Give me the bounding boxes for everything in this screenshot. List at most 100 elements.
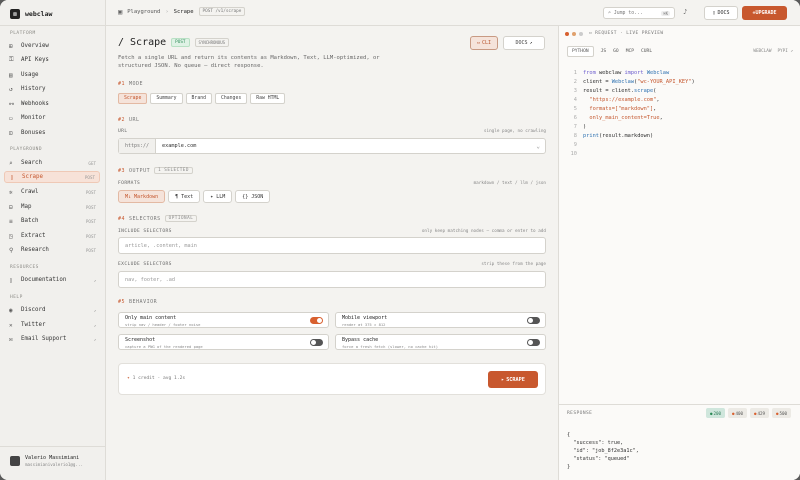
sidebar-item-crawl[interactable]: ✲ Crawl POST [4,186,100,198]
upgrade-button[interactable]: + UPGRADE [742,6,787,20]
cli-button[interactable]: ▭ CLI [470,36,498,50]
format-llm[interactable]: ✦ LLM [203,190,233,203]
code-line: 5 formats=["markdown"], [567,106,793,115]
toggle-mobile-viewport[interactable]: Mobile viewport render at 375 × 812 [335,312,546,328]
page-description: Fetch a single URL and return its conten… [118,55,380,69]
credit-text: 1 credit · avg 1.2s [132,376,186,381]
key-icon: ⚿ [9,56,14,63]
sidebar-item-overview[interactable]: ⊞ Overview [4,40,100,52]
sidebar-item-batch[interactable]: ≡ Batch POST [4,215,100,227]
webhook-icon: ⚯ [9,100,15,108]
code-text: result = client.scrape( [583,88,657,94]
sidebar-item-api-keys[interactable]: ⚿ API Keys [4,54,100,66]
mode-raw-html[interactable]: Raw HTML [250,93,286,104]
code-preview[interactable]: 1 from webclaw import Webclaw 2 client = We… [567,70,793,160]
format-json[interactable]: {} JSON [235,190,271,203]
line-number: 6 [573,115,577,121]
toggle-screenshot[interactable]: Screenshot capture a PNG of the rendered… [118,334,329,350]
markdown-icon: M↓ [125,193,132,200]
toggle-bypass-cache[interactable]: Bypass cache force a fresh fetch (slower… [335,334,546,350]
format-label: Text [181,193,194,200]
url-hint: single page, no crawling [483,129,546,134]
sidebar-item-history[interactable]: ↺ History [4,83,100,95]
sidebar-toggle-icon[interactable]: ▣ [118,8,122,16]
sidebar-item-discord[interactable]: ◉ Discord ↗ [4,304,100,316]
dot-icon: ● [709,410,713,416]
format-text[interactable]: ¶ Text [168,190,201,203]
toggle-subtitle: render at 375 × 812 [342,322,386,327]
dot-icon: ● [775,410,779,416]
terminal-icon: ▭ [476,40,480,46]
sidebar-item-map[interactable]: ⊟ Map POST [4,201,100,213]
code-text: client = Webclaw("wc-YOUR_API_KEY") [583,79,695,85]
gift-icon: ⊡ [9,129,13,137]
tab-mcp[interactable]: MCP [626,49,634,54]
exclude-selectors-input[interactable]: nav, footer, .ad [118,271,546,288]
status-429[interactable]: ● 429 [750,408,769,418]
format-markdown[interactable]: M↓ Markdown [118,190,166,203]
breadcrumb: ▣ Playground › Scrape POST /v1/scrape [118,7,246,16]
code-text: only_main_content=True, [589,115,663,121]
brand[interactable]: ⊠ webclaw [10,7,52,21]
line-number: 4 [573,97,577,103]
url-value[interactable]: example.com [156,143,196,149]
preview-title: REQUEST · LIVE PREVIEW [595,31,664,36]
method-tag: POST [171,38,190,47]
tab-js[interactable]: JS [601,49,607,54]
breadcrumb-root[interactable]: Playground [127,9,160,15]
request-preview-panel: ▭ REQUEST · LIVE PREVIEW PYTHON JS GO MC… [558,26,800,480]
url-input[interactable]: https:// example.com ⌄ [118,138,546,154]
mode-summary[interactable]: Summary [150,93,183,104]
user-email: massimianivalerio1@g... [25,462,83,467]
line-number: 9 [573,142,577,148]
url-prefix[interactable]: https:// [119,139,156,153]
sidebar-item-documentation[interactable]: ▯ Documentation ↗ [4,274,100,286]
pypi-link[interactable]: PYPI ↗ [777,49,793,54]
dot-icon: ● [731,410,735,416]
status-500[interactable]: ● 500 [772,408,791,418]
sidebar-item-webhooks[interactable]: ⚯ Webhooks [4,98,100,110]
user-profile[interactable]: Valerio Massimiani massimianivalerio1@g.… [0,446,106,480]
code-text: "https://example.com", [589,97,660,103]
status-code: 429 [757,410,766,416]
play-icon: ▸ [501,376,505,383]
code-line: 8 print(result.markdown) [567,133,793,142]
notification-bell-icon[interactable]: ♪ [683,8,687,16]
sidebar-item-usage[interactable]: ▤ Usage [4,69,100,81]
toggle-only-main-content[interactable]: Only main content strip nav / header / f… [118,312,329,328]
chevron-down-icon[interactable]: ⌄ [536,143,540,150]
mode-changes[interactable]: Changes [215,93,248,104]
section-selectors: #4 SELECTORS OPTIONAL [118,215,198,222]
line-number: 2 [573,79,577,85]
mode-brand[interactable]: Brand [185,93,212,104]
tab-go[interactable]: GO [613,49,619,54]
include-selectors-input[interactable]: article, .content, main [118,237,546,254]
scrape-button[interactable]: ▸ SCRAPE [488,371,538,388]
sidebar-item-monitor[interactable]: ▭ Monitor [4,112,100,124]
docs-button[interactable]: ▯ DOCS [704,6,738,20]
jump-placeholder: Jump to... [613,10,643,16]
jump-to-search[interactable]: ⌕ Jump to... ⌘K [603,7,675,19]
mode-tabs: Scrape Summary Brand Changes Raw HTML [118,93,286,104]
toggle-switch[interactable] [310,339,323,346]
sidebar-item-twitter[interactable]: ✕ Twitter ↗ [4,319,100,331]
toggle-switch[interactable] [527,339,540,346]
toggle-switch[interactable] [527,317,540,324]
sidebar-item-research[interactable]: ⚲ Research POST [4,244,100,256]
toggle-switch[interactable] [310,317,323,324]
sidebar-item-bonuses[interactable]: ⊡ Bonuses [4,127,100,139]
toggle-subtitle: force a fresh fetch (slower, no cache hi… [342,344,439,349]
sidebar-item-search[interactable]: ⌕ Search GET [4,157,100,169]
status-200[interactable]: ● 200 [706,408,725,418]
sidebar-item-scrape[interactable]: ▯ Scrape POST [4,171,100,183]
status-400[interactable]: ● 400 [728,408,747,418]
sidebar-item-extract[interactable]: ◳ Extract POST [4,230,100,242]
tab-python[interactable]: PYTHON [567,46,594,57]
code-text: from webclaw import Webclaw [583,70,670,76]
optional-chip: OPTIONAL [164,215,198,222]
toggle-title: Only main content [125,315,177,321]
sidebar-item-email-support[interactable]: ✉ Email Support ↗ [4,333,100,345]
tab-curl[interactable]: CURL [641,49,652,54]
mode-scrape[interactable]: Scrape [118,93,148,104]
docs-link-button[interactable]: DOCS ↗ [503,36,545,50]
